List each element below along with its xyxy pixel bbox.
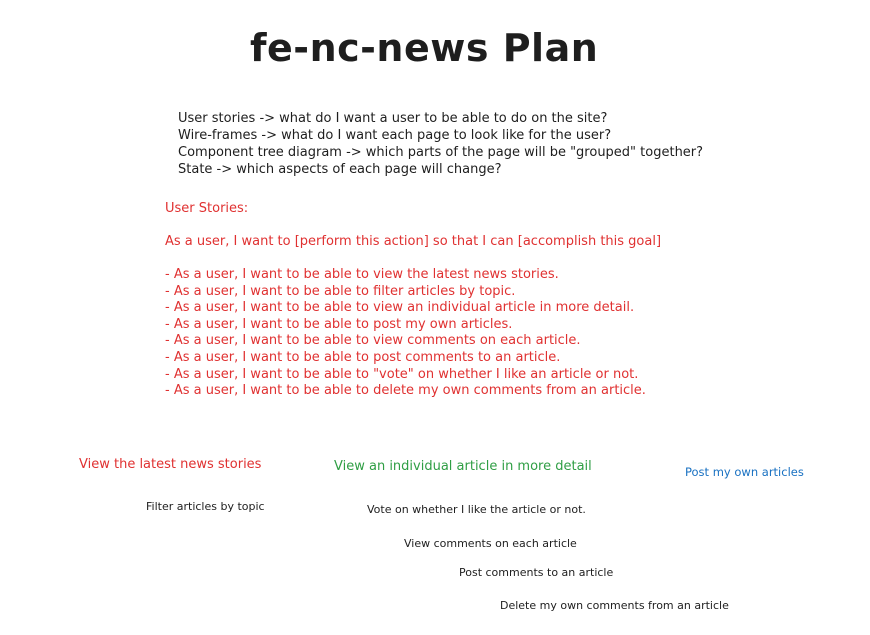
feature-label-vote[interactable]: Vote on whether I like the article or no… [367, 503, 586, 516]
feature-label-post-own-articles[interactable]: Post my own articles [685, 465, 804, 479]
user-story-item: - As a user, I want to be able to view a… [165, 300, 635, 316]
user-story-template: As a user, I want to [perform this actio… [165, 234, 662, 249]
user-story-list: - As a user, I want to be able to view t… [165, 267, 646, 400]
feature-label-post-comments[interactable]: Post comments to an article [459, 566, 613, 579]
feature-label-individual-article[interactable]: View an individual article in more detai… [334, 459, 592, 474]
page-title: fe-nc-news Plan [250, 26, 599, 70]
user-story-item: - As a user, I want to be able to view t… [165, 267, 559, 282]
user-story-item: - As a user, I want to be able to filter… [165, 283, 516, 299]
planning-step-wire-frames: Wire-frames -> what do I want each page … [178, 128, 612, 143]
feature-label-latest-news[interactable]: View the latest news stories [79, 457, 261, 472]
feature-label-view-comments[interactable]: View comments on each article [404, 537, 577, 550]
user-story-item: - As a user, I want to be able to view c… [165, 333, 581, 349]
user-story-item: - As a user, I want to be able to post m… [165, 316, 513, 332]
user-story-item: - As a user, I want to be able to delete… [165, 383, 646, 399]
user-story-item: - As a user, I want to be able to post c… [165, 349, 561, 365]
planning-steps: User stories -> what do I want a user to… [178, 110, 703, 178]
feature-label-delete-comments[interactable]: Delete my own comments from an article [500, 599, 729, 612]
user-story-item: - As a user, I want to be able to "vote"… [165, 366, 639, 382]
feature-label-filter-by-topic[interactable]: Filter articles by topic [146, 500, 265, 513]
planning-step-state: State -> which aspects of each page will… [178, 162, 502, 177]
user-stories-heading: User Stories: [165, 201, 249, 216]
planning-step-user-stories: User stories -> what do I want a user to… [178, 111, 608, 126]
planning-step-component-tree: Component tree diagram -> which parts of… [178, 145, 704, 160]
